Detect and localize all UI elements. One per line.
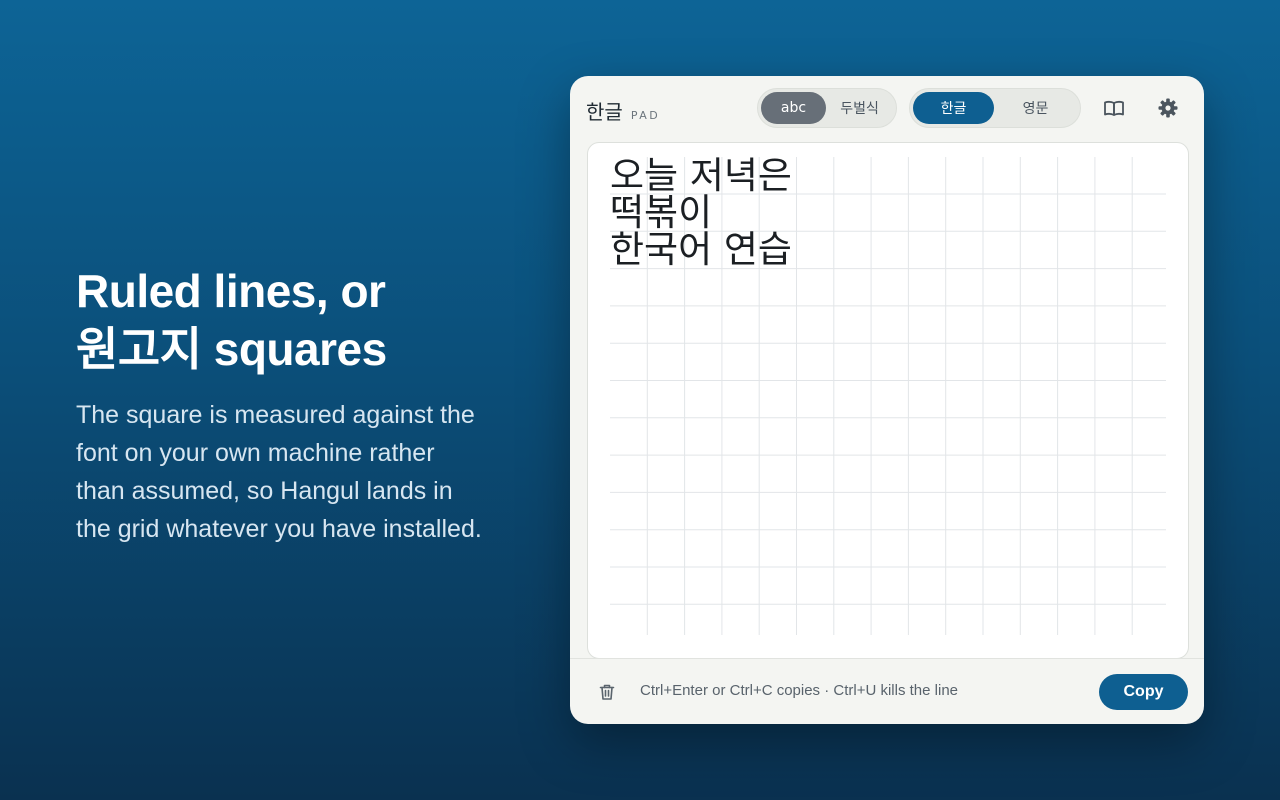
promo-description-line: the grid whatever you have installed.: [76, 515, 482, 543]
gear-icon-svg: [1158, 98, 1178, 118]
promo-description-line: than assumed, so Hangul lands in: [76, 477, 453, 505]
promo-description-line: The square is measured against the: [76, 401, 475, 429]
app-logo-subtitle: PAD: [630, 109, 661, 122]
copy-button[interactable]: Copy: [1099, 674, 1188, 710]
app-window: 한글 PAD abc 두벌식 한글 영문 오늘 저녁은 떡볶이 한국어 연습 C…: [570, 76, 1204, 724]
book-open-icon[interactable]: [1102, 96, 1126, 120]
language-english-option[interactable]: 영문: [994, 92, 1077, 124]
promo-section: Ruled lines, or 원고지 squares The square i…: [76, 262, 536, 548]
promo-description: The square is measured against the font …: [76, 396, 536, 548]
language-toggle: 한글 영문: [909, 88, 1081, 128]
editor-line: 오늘 저녁은: [610, 154, 792, 197]
promo-heading: Ruled lines, or 원고지 squares: [76, 262, 536, 378]
text-editor[interactable]: 오늘 저녁은 떡볶이 한국어 연습: [587, 142, 1189, 659]
editor-content: 오늘 저녁은 떡볶이 한국어 연습: [610, 157, 792, 268]
keyboard-shortcut-hint: Ctrl+Enter or Ctrl+C copies · Ctrl+U kil…: [640, 682, 959, 699]
promo-heading-line: 원고지 squares: [76, 323, 387, 375]
promo-description-line: font on your own machine rather: [76, 439, 435, 467]
trash-icon[interactable]: [597, 682, 617, 702]
app-logo: 한글 PAD: [586, 96, 660, 125]
gear-icon[interactable]: [1156, 96, 1180, 120]
editor-line: 떡볶이: [610, 191, 713, 234]
footer-bar: Ctrl+Enter or Ctrl+C copies · Ctrl+U kil…: [570, 658, 1204, 724]
input-mode-toggle: abc 두벌식: [757, 88, 897, 128]
promo-heading-line: Ruled lines, or: [76, 265, 386, 317]
input-mode-dubeolsik-option[interactable]: 두벌식: [826, 92, 893, 124]
input-mode-abc-option[interactable]: abc: [761, 92, 827, 124]
language-hangul-option[interactable]: 한글: [913, 92, 995, 124]
app-logo-text: 한글: [586, 100, 623, 124]
editor-line: 한국어 연습: [610, 228, 792, 271]
